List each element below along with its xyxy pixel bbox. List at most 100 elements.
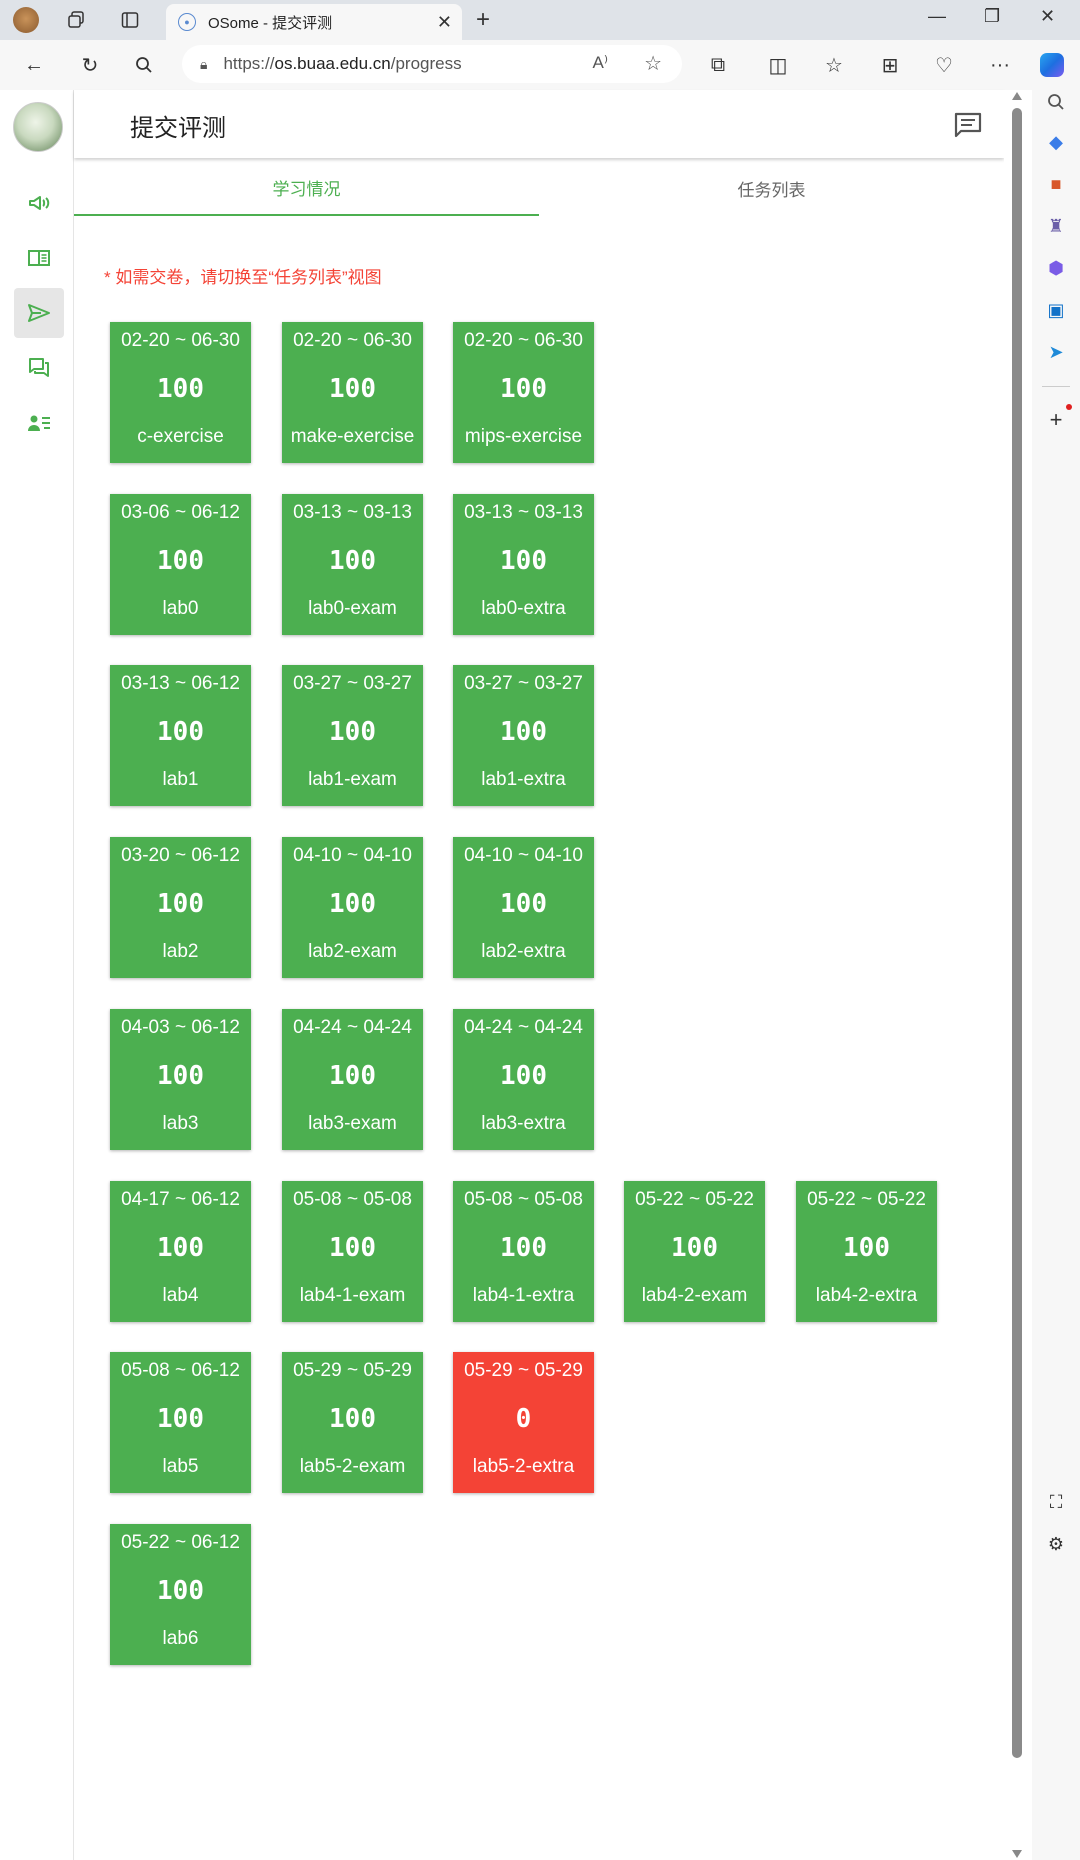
nav-announcements[interactable] [14, 178, 64, 228]
tab-task-list[interactable]: 任务列表 [539, 160, 1004, 216]
task-card[interactable]: 04-03 ~ 06-12 100 lab3 [110, 1009, 251, 1150]
task-score: 100 [329, 717, 376, 747]
task-card[interactable]: 03-27 ~ 03-27 100 lab1-extra [453, 665, 594, 806]
shopping-tag-icon[interactable]: ◆ [1044, 130, 1068, 154]
task-card[interactable]: 02-20 ~ 06-30 100 make-exercise [282, 322, 423, 463]
task-name: lab4-1-exam [299, 1285, 406, 1306]
new-tab-icon[interactable]: + [476, 6, 490, 34]
browser-tab-active[interactable]: ● OSome - 提交评测 ✕ [166, 4, 462, 40]
task-card[interactable]: 05-08 ~ 05-08 100 lab4-1-extra [453, 1181, 594, 1322]
screenshot-icon[interactable]: ⛶ [1044, 1490, 1068, 1514]
read-aloud-icon[interactable]: A⁾ [592, 53, 608, 73]
task-score: 100 [500, 1061, 547, 1091]
task-card[interactable]: 03-06 ~ 06-12 100 lab0 [110, 494, 251, 635]
browser-essentials-icon[interactable]: ♡ [930, 51, 958, 79]
task-card[interactable]: 04-10 ~ 04-10 100 lab2-extra [453, 837, 594, 978]
vertical-tabs-icon[interactable] [116, 6, 144, 34]
task-name: lab0-exam [308, 598, 397, 619]
tools-briefcase-icon[interactable]: ■ [1044, 172, 1068, 196]
task-card[interactable]: 04-10 ~ 04-10 100 lab2-exam [282, 837, 423, 978]
profile-avatar-icon[interactable] [12, 6, 40, 34]
task-card[interactable]: 03-27 ~ 03-27 100 lab1-exam [282, 665, 423, 806]
task-date-range: 03-13 ~ 06-12 [121, 673, 240, 694]
user-avatar[interactable] [13, 102, 63, 152]
forum-icon [29, 358, 49, 377]
more-options-icon[interactable]: ··· [986, 51, 1014, 79]
task-card[interactable]: 05-22 ~ 05-22 100 lab4-2-extra [796, 1181, 937, 1322]
task-name: lab2-extra [481, 941, 566, 962]
task-score: 100 [671, 1233, 718, 1263]
task-name: lab4 [162, 1285, 199, 1306]
lock-icon[interactable]: 🔒︎ [200, 56, 207, 73]
extensions-icon[interactable]: ⧉ [704, 51, 732, 79]
tab-close-icon[interactable]: ✕ [437, 12, 452, 33]
add-sidebar-app-icon[interactable]: + [1044, 407, 1068, 432]
task-name: lab2 [162, 941, 199, 962]
send-to-phone-icon[interactable]: ➤ [1044, 340, 1068, 364]
task-card[interactable]: 03-13 ~ 03-13 100 lab0-exam [282, 494, 423, 635]
sidebar-search-icon[interactable] [1044, 90, 1068, 114]
task-card[interactable]: 02-20 ~ 06-30 100 mips-exercise [453, 322, 594, 463]
copilot-icon[interactable] [1038, 51, 1066, 79]
scroll-down-icon[interactable] [1012, 1850, 1022, 1858]
task-name: lab3 [162, 1113, 199, 1134]
task-score: 100 [500, 717, 547, 747]
split-screen-icon[interactable]: ◫ [764, 51, 792, 79]
message-icon[interactable] [954, 112, 982, 138]
outlook-icon[interactable]: ▣ [1044, 298, 1068, 322]
task-date-range: 05-22 ~ 05-22 [635, 1189, 754, 1210]
task-name: lab1-extra [481, 769, 566, 790]
page-scrollbar[interactable] [1004, 90, 1032, 1860]
task-date-range: 03-13 ~ 03-13 [464, 502, 583, 523]
task-card[interactable]: 03-20 ~ 06-12 100 lab2 [110, 837, 251, 978]
back-icon[interactable]: ← [20, 51, 48, 79]
task-card[interactable]: 05-22 ~ 06-12 100 lab6 [110, 1524, 251, 1665]
settings-gear-icon[interactable]: ⚙ [1044, 1532, 1068, 1556]
task-name: mips-exercise [464, 426, 583, 447]
favorite-star-icon[interactable]: ☆ [644, 51, 662, 76]
announcement-icon [29, 196, 50, 210]
task-date-range: 02-20 ~ 06-30 [464, 330, 583, 351]
restore-icon[interactable]: ❐ [984, 6, 1000, 27]
task-score: 100 [329, 1233, 376, 1263]
task-card[interactable]: 05-29 ~ 05-29 100 lab5-2-exam [282, 1352, 423, 1493]
task-card[interactable]: 03-13 ~ 06-12 100 lab1 [110, 665, 251, 806]
tab-learning-status[interactable]: 学习情况 [74, 160, 539, 216]
task-date-range: 05-08 ~ 05-08 [293, 1189, 412, 1210]
address-bar[interactable]: 🔒︎ https://os.buaa.edu.cn/progress A⁾ ☆ [182, 45, 682, 83]
minimize-icon[interactable]: — [928, 6, 946, 27]
microsoft365-icon[interactable]: ⬢ [1044, 256, 1068, 280]
task-card[interactable]: 05-29 ~ 05-29 0 lab5-2-extra [453, 1352, 594, 1493]
task-card[interactable]: 04-24 ~ 04-24 100 lab3-extra [453, 1009, 594, 1150]
task-name: lab0-extra [481, 598, 566, 619]
nav-forum[interactable] [14, 343, 64, 393]
nav-submit-evaluation[interactable] [14, 288, 64, 338]
task-card[interactable]: 05-08 ~ 06-12 100 lab5 [110, 1352, 251, 1493]
window-close-icon[interactable]: ✕ [1040, 6, 1055, 27]
nav-user-info[interactable] [14, 398, 64, 448]
sidebar-divider [1042, 386, 1070, 387]
games-icon[interactable]: ♜ [1044, 214, 1068, 238]
task-score: 100 [500, 546, 547, 576]
search-icon[interactable] [130, 51, 158, 79]
task-name: lab3-extra [481, 1113, 566, 1134]
task-card[interactable]: 04-17 ~ 06-12 100 lab4 [110, 1181, 251, 1322]
task-card[interactable]: 04-24 ~ 04-24 100 lab3-exam [282, 1009, 423, 1150]
task-card[interactable]: 05-22 ~ 05-22 100 lab4-2-exam [624, 1181, 765, 1322]
scroll-up-icon[interactable] [1012, 92, 1022, 100]
task-score: 100 [157, 1404, 204, 1434]
task-card[interactable]: 03-13 ~ 03-13 100 lab0-extra [453, 494, 594, 635]
favorites-icon[interactable]: ☆ [820, 51, 848, 79]
nav-documents[interactable] [14, 233, 64, 283]
collections-icon[interactable]: ⊞ [876, 51, 904, 79]
workspaces-icon[interactable] [62, 6, 90, 34]
task-card[interactable]: 05-08 ~ 05-08 100 lab4-1-exam [282, 1181, 423, 1322]
app-header: 提交评测 [74, 90, 1004, 158]
task-name: lab1-exam [308, 769, 397, 790]
task-name: make-exercise [290, 426, 415, 447]
task-date-range: 05-08 ~ 06-12 [121, 1360, 240, 1381]
task-card[interactable]: 02-20 ~ 06-30 100 c-exercise [110, 322, 251, 463]
scroll-thumb[interactable] [1012, 108, 1022, 1758]
refresh-icon[interactable]: ↻ [76, 51, 104, 79]
task-score: 100 [157, 1061, 204, 1091]
